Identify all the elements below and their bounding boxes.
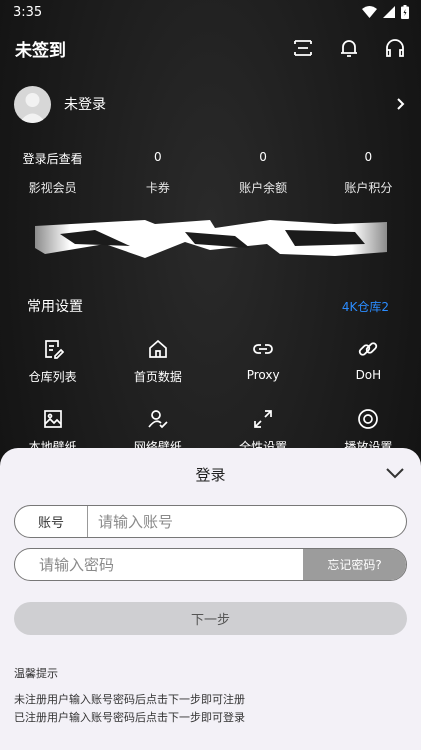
status-bar: 3:35	[0, 0, 421, 24]
settings-item-label: 首页数据	[133, 370, 182, 384]
settings-item-proxy[interactable]: Proxy	[211, 338, 316, 390]
login-title: 登录	[195, 466, 226, 484]
stat-value-vip[interactable]: 登录后查看	[0, 150, 105, 167]
forgot-password-button[interactable]: 忘记密码?	[303, 549, 406, 580]
account-stats: 登录后查看 0 0 0 影视会员 卡券 账户余额 账户积分	[0, 150, 421, 196]
user-check-icon	[148, 410, 168, 429]
login-tips: 温馨提示 未注册用户输入账号密码后点击下一步即可注册 已注册用户输入账号密码后点…	[14, 665, 245, 727]
home-icon	[149, 339, 167, 358]
account-field: 账号	[14, 505, 407, 538]
status-time: 3:35	[13, 4, 43, 20]
settings-item-warehouse-list[interactable]: 仓库列表	[0, 338, 105, 390]
next-step-button[interactable]: 下一步	[14, 602, 407, 635]
warehouse-link[interactable]: 4K仓库2	[342, 298, 389, 315]
wifi-icon	[362, 6, 377, 18]
password-input[interactable]	[39, 555, 299, 574]
image-icon	[43, 410, 62, 428]
stat-label-points[interactable]: 账户积分	[316, 179, 421, 196]
stat-value-coupons[interactable]: 0	[105, 150, 210, 167]
menu-box-icon	[294, 40, 312, 56]
settings-item-label: DoH	[355, 368, 382, 382]
stat-label-coupons[interactable]: 卡券	[105, 179, 210, 196]
settings-item-home-data[interactable]: 首页数据	[105, 338, 210, 390]
avatar	[14, 85, 51, 123]
stat-label-balance[interactable]: 账户余额	[211, 179, 316, 196]
chain-icon	[359, 342, 378, 356]
promo-banner[interactable]	[35, 214, 387, 260]
expand-icon	[254, 410, 272, 428]
settings-header: 常用设置 4K仓库2	[27, 296, 389, 316]
settings-title: 常用设置	[27, 299, 83, 315]
top-bar: 未签到	[0, 28, 421, 68]
settings-item-label: 仓库列表	[28, 370, 77, 384]
account-label: 账号	[15, 506, 88, 537]
link-icon	[253, 344, 274, 354]
headphones-icon	[386, 39, 404, 57]
support-button[interactable]	[383, 36, 407, 60]
password-field: 忘记密码?	[14, 548, 407, 581]
account-input[interactable]	[98, 512, 398, 531]
chevron-right-icon	[397, 98, 405, 110]
scan-button[interactable]	[291, 36, 315, 60]
battery-icon	[401, 5, 409, 19]
settings-grid: 仓库列表 首页数据 Proxy DoH 本地壁纸 网络壁纸 全性设置 播放设置	[0, 338, 421, 460]
stat-value-points[interactable]: 0	[316, 150, 421, 167]
login-sheet: 登录 账号 忘记密码? 下一步 温馨提示 未注册用户输入账号密码后点击下一步即可…	[0, 448, 421, 750]
signal-icon	[383, 6, 395, 18]
page-title: 未签到	[15, 40, 66, 61]
play-circle-icon	[358, 409, 379, 429]
settings-item-doh[interactable]: DoH	[316, 338, 421, 390]
tip-login: 已注册用户输入账号密码后点击下一步即可登录	[14, 711, 245, 724]
tip-register: 未注册用户输入账号密码后点击下一步即可注册	[14, 693, 245, 706]
chevron-down-icon[interactable]	[384, 462, 406, 484]
profile-name: 未登录	[64, 97, 106, 113]
settings-item-label: Proxy	[246, 368, 280, 382]
edit-doc-icon	[44, 340, 64, 359]
profile-row[interactable]: 未登录	[14, 84, 406, 124]
bell-icon	[341, 40, 357, 57]
tips-title: 温馨提示	[14, 667, 58, 680]
notification-button[interactable]	[337, 36, 361, 60]
stat-value-balance[interactable]: 0	[211, 150, 316, 167]
user-avatar-icon	[19, 92, 46, 123]
stat-label-vip[interactable]: 影视会员	[0, 179, 105, 196]
